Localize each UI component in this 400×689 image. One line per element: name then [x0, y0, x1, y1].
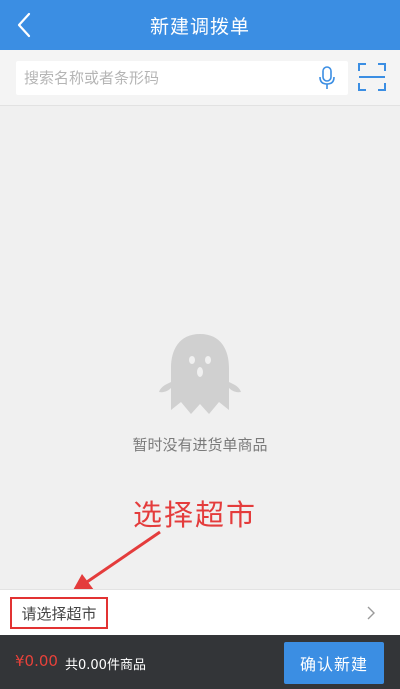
- search-input[interactable]: [24, 61, 304, 95]
- confirm-create-button[interactable]: 确认新建: [284, 642, 384, 684]
- back-chevron-icon: [17, 12, 31, 38]
- search-box: [16, 61, 348, 95]
- chevron-right-icon: [367, 606, 375, 620]
- store-select-label: 请选择超市: [10, 597, 108, 629]
- item-count: 共0.00件商品: [65, 658, 146, 673]
- title-bar: 新建调拨单: [0, 0, 400, 50]
- total-price: ¥0.00: [15, 652, 58, 670]
- store-select-row[interactable]: 请选择超市: [0, 589, 400, 635]
- bottom-bar: ¥0.00 共0.00件商品 确认新建: [0, 635, 400, 689]
- empty-state-text: 暂时没有进货单商品: [132, 436, 268, 454]
- page-title: 新建调拨单: [149, 15, 250, 38]
- ghost-icon: [159, 334, 241, 414]
- back-button[interactable]: [6, 0, 42, 50]
- empty-state: 暂时没有进货单商品: [0, 330, 400, 455]
- search-bar: [0, 50, 400, 106]
- scan-icon[interactable]: [357, 62, 387, 92]
- microphone-icon[interactable]: [318, 66, 336, 90]
